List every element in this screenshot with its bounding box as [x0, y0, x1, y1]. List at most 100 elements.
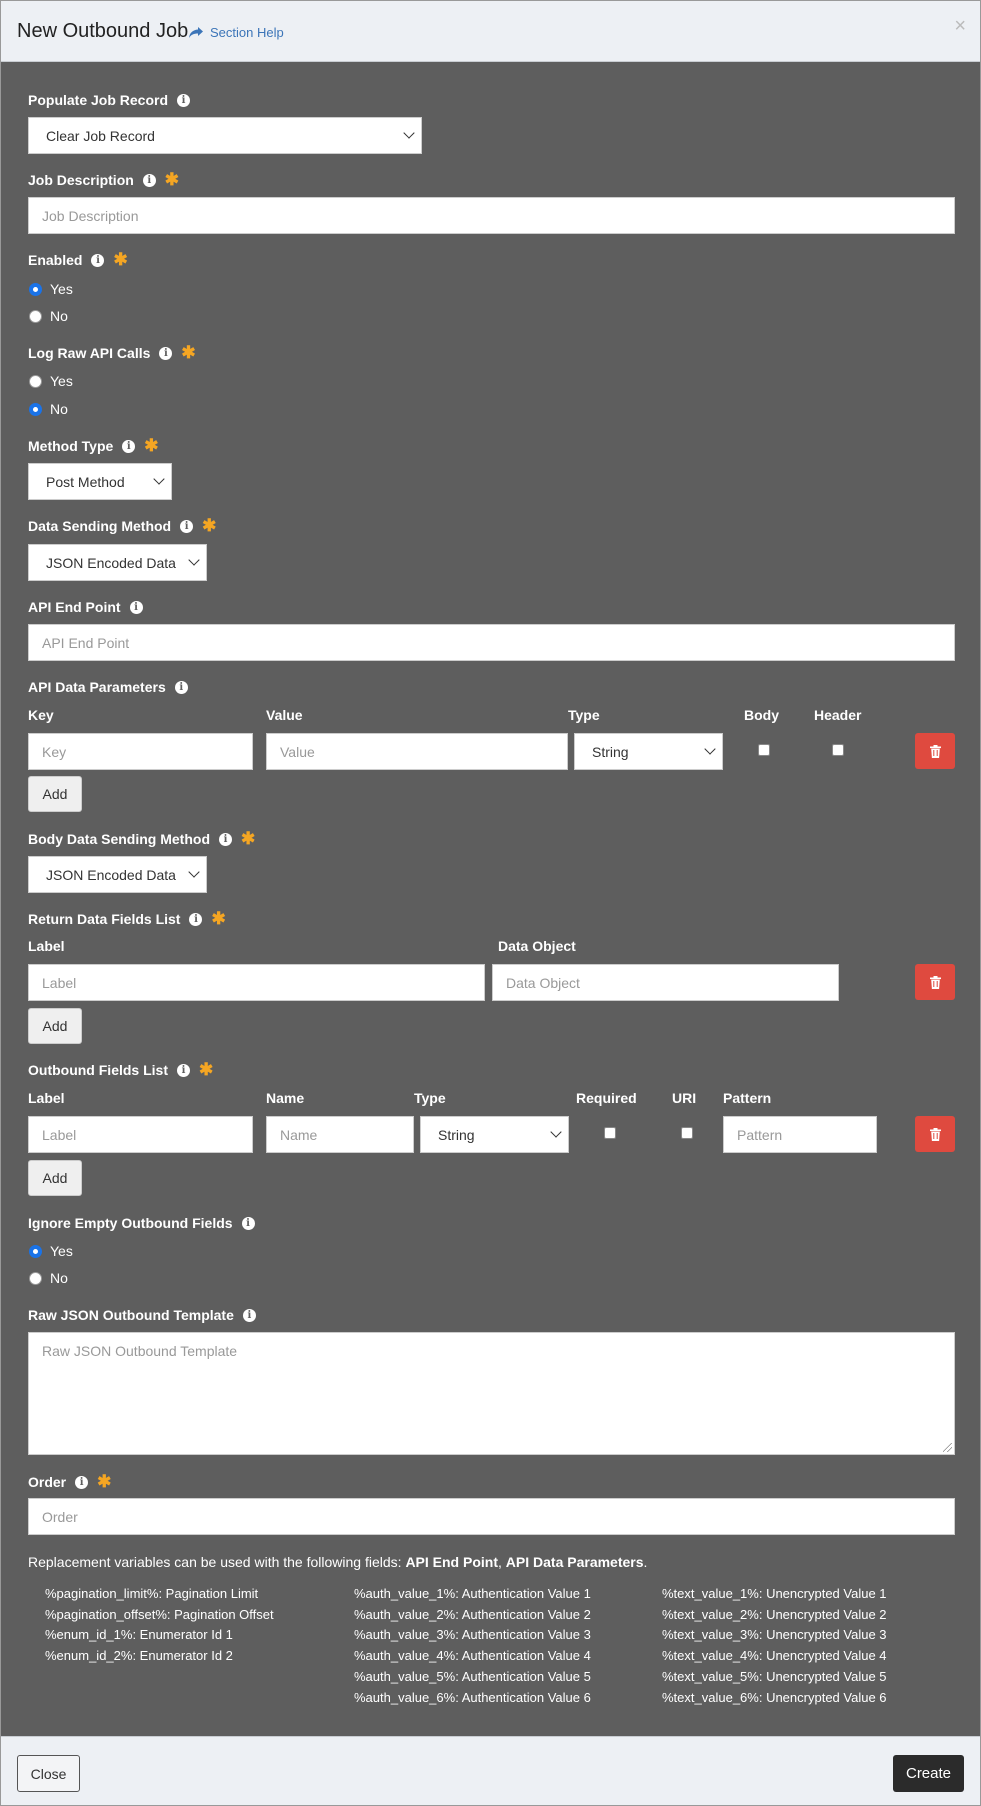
variable-item: %auth_value_6%: Authentication Value 6	[354, 1689, 591, 1705]
outbound-delete-button[interactable]	[915, 1116, 955, 1152]
variable-item: %text_value_2%: Unencrypted Value 2	[662, 1606, 887, 1622]
data-sending-method-select[interactable]: JSON Encoded Data	[28, 544, 207, 581]
return-label-input[interactable]: Label	[28, 964, 485, 1001]
info-icon[interactable]: i	[142, 173, 156, 187]
close-icon[interactable]: ×	[954, 15, 966, 38]
trash-icon	[929, 744, 941, 758]
variable-item: %auth_value_1%: Authentication Value 1	[354, 1586, 591, 1601]
param-key-input[interactable]: Key	[28, 733, 253, 770]
api-endpoint-input[interactable]: API End Point	[28, 624, 955, 661]
section-help-label: Section Help	[210, 25, 284, 40]
info-icon[interactable]: i	[177, 93, 191, 107]
populate-job-record-label: Populate Job Record i	[28, 92, 191, 108]
variable-item: %auth_value_3%: Authentication Value 3	[354, 1627, 591, 1643]
col-uri-header: URI	[672, 1090, 697, 1106]
info-icon[interactable]: i	[241, 1216, 255, 1230]
outbound-add-button[interactable]: Add	[28, 1160, 82, 1196]
resize-handle-icon[interactable]	[943, 1443, 952, 1452]
raw-json-template-textarea[interactable]: Raw JSON Outbound Template	[28, 1332, 955, 1455]
col-label-header: Label	[28, 938, 65, 954]
replacement-variables-note: Replacement variables can be used with t…	[28, 1554, 648, 1570]
info-icon[interactable]: i	[75, 1475, 89, 1489]
ignore-empty-no-radio[interactable]: No	[29, 1270, 68, 1286]
info-icon[interactable]: i	[242, 1308, 256, 1322]
trash-icon	[929, 1127, 941, 1141]
outbound-name-input[interactable]: Name	[266, 1116, 414, 1153]
info-icon[interactable]: i	[174, 680, 188, 694]
outbound-label-input[interactable]: Label	[28, 1116, 253, 1153]
body-data-sending-method-label: Body Data Sending Method i ✱	[28, 829, 256, 848]
return-delete-button[interactable]	[915, 964, 955, 1000]
raw-json-template-label: Raw JSON Outbound Template i	[28, 1307, 256, 1323]
method-type-label: Method Type i ✱	[28, 436, 159, 455]
create-button[interactable]: Create	[893, 1755, 964, 1792]
variable-item: %enum_id_1%: Enumerator Id 1	[45, 1627, 233, 1643]
info-icon[interactable]: i	[177, 1063, 190, 1077]
param-header-checkbox[interactable]	[832, 744, 844, 756]
log-raw-no-radio[interactable]: No	[29, 401, 68, 417]
variable-item: %text_value_1%: Unencrypted Value 1	[662, 1586, 887, 1601]
ignore-empty-yes-radio[interactable]: Yes	[29, 1243, 73, 1259]
job-description-input[interactable]: Job Description	[28, 197, 955, 234]
col-header-header: Header	[814, 707, 862, 723]
info-icon[interactable]: i	[189, 912, 203, 926]
share-arrow-icon	[189, 26, 203, 38]
chevron-down-icon	[188, 554, 200, 566]
outbound-required-checkbox[interactable]	[604, 1127, 616, 1139]
required-asterisk-icon: ✱	[181, 343, 196, 362]
info-icon[interactable]: i	[159, 346, 173, 360]
section-help-link[interactable]: Section Help	[188, 25, 284, 40]
col-value-header: Value	[266, 707, 303, 723]
param-type-select[interactable]: String	[574, 733, 723, 770]
col-type-header: Type	[568, 707, 600, 723]
info-icon[interactable]: i	[219, 832, 232, 846]
variables-column-3: %text_value_1%: Unencrypted Value 1 %tex…	[662, 1584, 887, 1708]
outbound-uri-checkbox[interactable]	[681, 1127, 693, 1139]
variable-item: %auth_value_2%: Authentication Value 2	[354, 1606, 591, 1622]
required-asterisk-icon: ✱	[164, 170, 180, 189]
info-icon[interactable]: i	[91, 253, 105, 267]
data-sending-method-label: Data Sending Method i ✱	[28, 516, 217, 535]
api-endpoint-label: API End Point i	[28, 599, 143, 615]
chevron-down-icon	[550, 1126, 562, 1138]
modal-title: New Outbound Job	[17, 20, 189, 42]
body-data-sending-method-select[interactable]: JSON Encoded Data	[28, 856, 207, 893]
col-label-header: Label	[28, 1090, 65, 1106]
param-delete-button[interactable]	[915, 733, 955, 769]
close-button[interactable]: Close	[17, 1755, 80, 1792]
return-add-button[interactable]: Add	[28, 1008, 82, 1044]
outbound-pattern-input[interactable]: Pattern	[723, 1116, 877, 1153]
variable-item: %auth_value_4%: Authentication Value 4	[354, 1648, 591, 1664]
col-required-header: Required	[576, 1090, 637, 1106]
enabled-label: Enabled i ✱	[28, 250, 128, 269]
populate-job-record-select[interactable]: Clear Job Record	[28, 117, 422, 154]
method-type-select[interactable]: Post Method	[28, 463, 172, 500]
order-input[interactable]: Order	[28, 1498, 955, 1535]
return-data-fields-label: Return Data Fields List i ✱	[28, 909, 226, 928]
required-asterisk-icon: ✱	[241, 829, 256, 848]
param-add-button[interactable]: Add	[28, 776, 82, 812]
variable-item: %text_value_6%: Unencrypted Value 6	[662, 1689, 887, 1705]
outbound-type-select[interactable]: String	[420, 1116, 569, 1153]
variable-item: %text_value_4%: Unencrypted Value 4	[662, 1648, 887, 1664]
param-value-input[interactable]: Value	[266, 733, 568, 770]
return-data-object-input[interactable]: Data Object	[492, 964, 839, 1001]
info-icon[interactable]: i	[129, 600, 143, 614]
job-description-label: Job Description i ✱	[28, 170, 180, 189]
info-icon[interactable]: i	[180, 519, 194, 533]
param-body-checkbox[interactable]	[758, 744, 770, 756]
required-asterisk-icon: ✱	[113, 250, 128, 269]
chevron-down-icon	[704, 743, 716, 755]
col-name-header: Name	[266, 1090, 305, 1106]
variables-column-1: %pagination_limit%: Pagination Limit %pa…	[45, 1584, 274, 1667]
modal-header: New Outbound Job Section Help ×	[1, 1, 980, 62]
trash-icon	[929, 975, 941, 989]
col-pattern-header: Pattern	[723, 1090, 772, 1106]
log-raw-api-calls-label: Log Raw API Calls i ✱	[28, 343, 196, 362]
log-raw-yes-radio[interactable]: Yes	[29, 373, 73, 389]
info-icon[interactable]: i	[122, 439, 136, 453]
required-asterisk-icon: ✱	[199, 1060, 214, 1079]
enabled-no-radio[interactable]: No	[29, 308, 68, 324]
outbound-fields-label: Outbound Fields List i ✱	[28, 1060, 214, 1079]
enabled-yes-radio[interactable]: Yes	[29, 281, 73, 297]
